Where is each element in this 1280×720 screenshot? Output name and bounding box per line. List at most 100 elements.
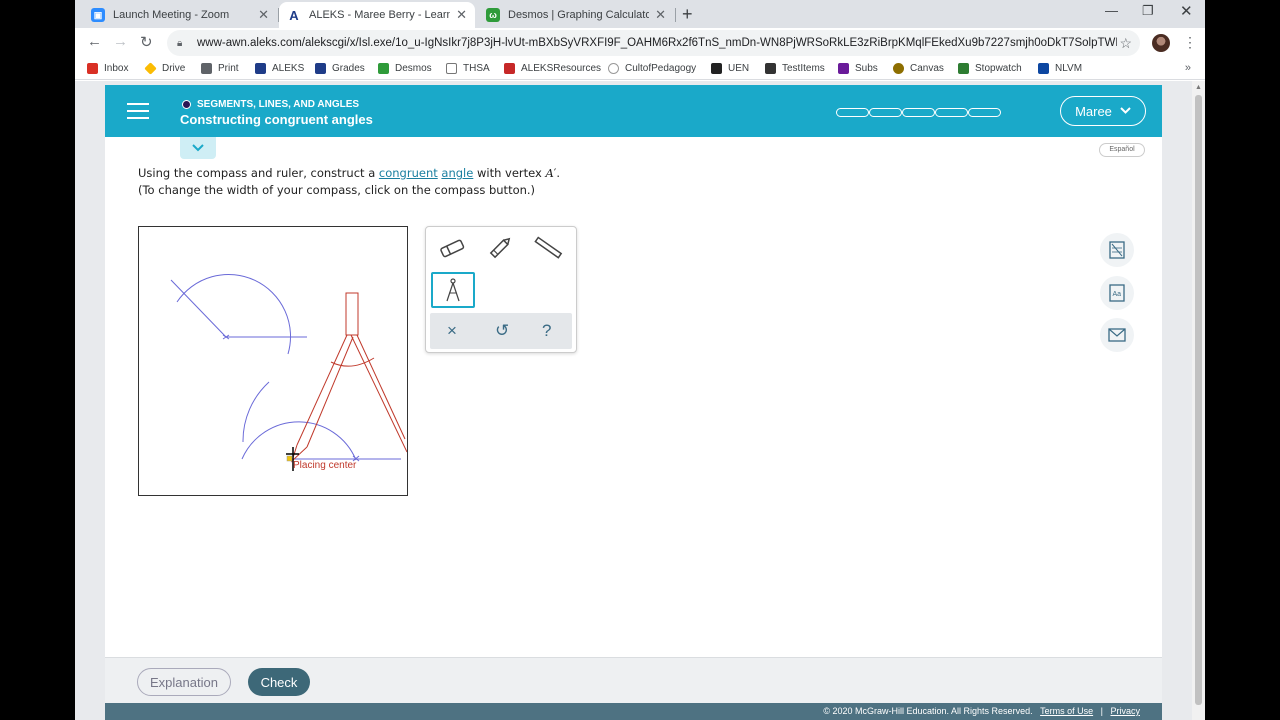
- help-button[interactable]: ?: [542, 321, 551, 341]
- instruction-text: with vertex: [473, 166, 546, 180]
- instruction-text: .: [556, 166, 561, 180]
- grades-icon: [315, 63, 326, 74]
- bookmark-label: Grades: [332, 63, 365, 74]
- instruction-line-1: Using the compass and ruler, construct a…: [138, 165, 560, 182]
- ruler-button[interactable]: [528, 231, 568, 265]
- dictionary-icon: Aa: [1109, 284, 1125, 302]
- bookmark-print[interactable]: Print: [201, 63, 239, 74]
- bookmark-subs[interactable]: Subs: [838, 63, 878, 74]
- check-button[interactable]: Check: [248, 668, 310, 696]
- compass-arc: [176, 274, 292, 355]
- tab-strip: ▣ Launch Meeting - Zoom ✕ A ALEKS - Mare…: [75, 0, 1205, 28]
- explanation-button[interactable]: Explanation: [137, 668, 231, 696]
- address-bar[interactable]: 🔒︎ www-awn.aleks.com/alekscgi/x/Isl.exe/…: [167, 30, 1140, 56]
- eraser-button[interactable]: [432, 231, 472, 265]
- tab-aleks[interactable]: A ALEKS - Maree Berry - Learn ✕: [279, 2, 475, 28]
- hamburger-menu-icon[interactable]: [127, 103, 149, 119]
- tab-title: ALEKS - Maree Berry - Learn: [309, 9, 451, 21]
- canvas-icon: [893, 63, 904, 74]
- placing-center-tooltip: Placing center: [293, 460, 357, 471]
- topic-dot-icon: [182, 100, 191, 109]
- nlvm-icon: [1038, 63, 1049, 74]
- pencil-button[interactable]: [480, 231, 520, 265]
- bookmark-desmos[interactable]: Desmos: [378, 63, 432, 74]
- lock-icon: 🔒︎: [177, 38, 183, 49]
- bookmark-nlvm[interactable]: NLVM: [1038, 63, 1082, 74]
- bookmark-uen[interactable]: UEN: [711, 63, 749, 74]
- tab-desmos[interactable]: ω Desmos | Graphing Calculator ✕: [478, 2, 674, 28]
- vertex-variable: A: [545, 166, 554, 180]
- progress-bar: [836, 108, 1001, 117]
- bookmarks-bar: Inbox Drive Print ALEKS Grades Desmos TH…: [75, 58, 1205, 80]
- envelope-icon: [1108, 328, 1126, 342]
- angle-link[interactable]: angle: [441, 166, 473, 180]
- bookmark-star-icon[interactable]: ☆: [1119, 35, 1132, 52]
- bookmark-aleks[interactable]: ALEKS: [255, 63, 304, 74]
- url-text: www-awn.aleks.com/alekscgi/x/Isl.exe/1o_…: [197, 37, 1117, 49]
- page-scrollbar[interactable]: ▲: [1192, 81, 1205, 720]
- minimize-icon[interactable]: —: [1105, 3, 1118, 18]
- bookmark-grades[interactable]: Grades: [315, 63, 365, 74]
- terms-link[interactable]: Terms of Use: [1040, 706, 1093, 716]
- compass-leg: [296, 334, 348, 446]
- bookmark-thsa[interactable]: THSA: [446, 63, 490, 74]
- drive-icon: [144, 62, 157, 75]
- menu-icon[interactable]: ⋮: [1183, 34, 1197, 51]
- close-icon[interactable]: ✕: [456, 7, 467, 23]
- compass-hinge-arc: [330, 357, 375, 367]
- user-menu-button[interactable]: Maree: [1060, 96, 1146, 126]
- bookmark-cultofpedagogy[interactable]: CultofPedagogy: [608, 63, 696, 74]
- bookmark-label: Desmos: [395, 63, 432, 74]
- dictionary-button[interactable]: Aa: [1100, 276, 1134, 310]
- bookmark-aleksresources[interactable]: ALEKSResources: [504, 63, 601, 74]
- bookmark-inbox[interactable]: Inbox: [87, 63, 128, 74]
- bookmark-testitems[interactable]: TestItems: [765, 63, 825, 74]
- tab-zoom[interactable]: ▣ Launch Meeting - Zoom ✕: [83, 2, 277, 28]
- construction-canvas[interactable]: Placing center: [138, 226, 408, 496]
- bookmark-drive[interactable]: Drive: [144, 62, 185, 75]
- construction-drawing: Placing center: [170, 274, 408, 471]
- congruent-link[interactable]: congruent: [379, 166, 438, 180]
- ruler-icon: [534, 236, 563, 259]
- chevron-down-icon: [1120, 106, 1131, 117]
- reload-icon[interactable]: ↻: [140, 33, 153, 51]
- thsa-icon: [446, 63, 457, 74]
- restore-icon[interactable]: ❐: [1142, 3, 1154, 19]
- compass-icon: [446, 278, 460, 302]
- subs-icon: [838, 63, 849, 74]
- navigation-bar: ← → ↻ 🔒︎ www-awn.aleks.com/alekscgi/x/Is…: [75, 28, 1205, 58]
- tab-title: Desmos | Graphing Calculator: [508, 9, 650, 21]
- user-name: Maree: [1075, 103, 1112, 119]
- tab-divider: [675, 8, 676, 22]
- profile-avatar[interactable]: [1152, 34, 1170, 52]
- topic-expand-button[interactable]: [180, 137, 216, 159]
- more-bookmarks-icon[interactable]: »: [1185, 62, 1191, 74]
- aleks-app: SEGMENTS, LINES, AND ANGLES Constructing…: [105, 85, 1162, 720]
- close-icon[interactable]: ✕: [655, 7, 666, 23]
- scrollbar-thumb[interactable]: [1195, 95, 1202, 705]
- compass-arc: [242, 381, 270, 443]
- bookmark-label: TestItems: [782, 63, 825, 74]
- bookmark-canvas[interactable]: Canvas: [893, 63, 944, 74]
- bookmark-label: THSA: [463, 63, 490, 74]
- window-close-icon[interactable]: ✕: [1180, 2, 1193, 20]
- espanol-button[interactable]: Español: [1099, 143, 1145, 157]
- new-tab-button[interactable]: +: [682, 4, 693, 25]
- progress-segment: [869, 108, 902, 117]
- desmos-icon: ω: [486, 8, 500, 22]
- calculator-button[interactable]: [1100, 233, 1134, 267]
- bookmark-stopwatch[interactable]: Stopwatch: [958, 63, 1022, 74]
- close-icon[interactable]: ✕: [258, 7, 269, 23]
- back-icon[interactable]: ←: [87, 33, 102, 50]
- message-button[interactable]: [1100, 318, 1134, 352]
- compass-tool[interactable]: [290, 292, 408, 463]
- gmail-icon: [87, 63, 98, 74]
- privacy-link[interactable]: Privacy: [1110, 706, 1140, 716]
- undo-button[interactable]: ↺: [495, 321, 509, 341]
- clear-button[interactable]: ×: [447, 321, 457, 341]
- desmos-icon: [378, 63, 389, 74]
- compass-button[interactable]: [431, 272, 475, 308]
- scroll-up-icon[interactable]: ▲: [1195, 84, 1202, 91]
- forward-icon[interactable]: →: [113, 33, 128, 50]
- screen: ▣ Launch Meeting - Zoom ✕ A ALEKS - Mare…: [0, 0, 1280, 720]
